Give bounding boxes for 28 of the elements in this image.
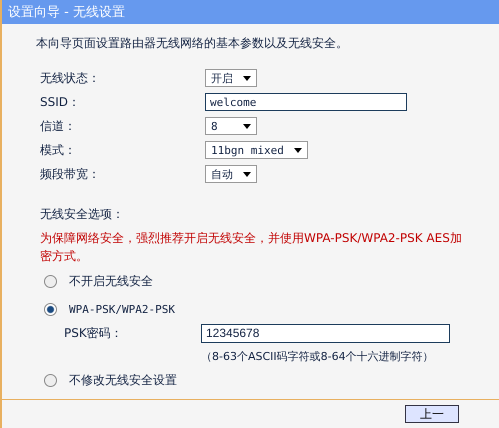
ssid-field[interactable]: welcome: [205, 93, 407, 111]
select-field[interactable]: 8: [205, 117, 257, 135]
window-title: 设置向导 - 无线设置: [2, 0, 499, 24]
field-label: 信道：: [39, 118, 77, 134]
field-label: 频段带宽：: [39, 166, 101, 182]
field-label: 无线状态：: [39, 70, 101, 86]
caret-icon: [294, 148, 302, 152]
caret-icon: [243, 76, 251, 80]
field-label: 模式：: [39, 142, 77, 158]
radio-label: WPA-PSK/WPA2-PSK: [69, 302, 175, 316]
back-button[interactable]: 上一: [405, 405, 459, 423]
intro-text: 本向导页面设置路由器无线网络的基本参数以及无线安全。: [36, 35, 349, 52]
select-field[interactable]: 自动: [205, 165, 257, 183]
radio-label: 不开启无线安全: [69, 272, 153, 290]
select-field[interactable]: 11bgn mixed: [205, 141, 308, 159]
hint-text: （8-63个ASCII码字符或8-64个十六进制字符）: [201, 349, 435, 364]
warning-text: 为保障网络安全，强烈推荐开启无线安全，并使用WPA-PSK/WPA2-PSK AES加密方式。: [39, 230, 463, 265]
radio-button[interactable]: [44, 274, 57, 288]
field-label: SSID：: [39, 94, 82, 110]
password-field[interactable]: 12345678: [201, 324, 450, 342]
radio-button[interactable]: [44, 302, 57, 316]
select-field[interactable]: 开启: [205, 69, 257, 87]
caret-icon: [243, 172, 251, 176]
section-title: 无线安全选项：: [39, 206, 125, 223]
radio-label: 不修改无线安全设置: [69, 372, 177, 388]
field-label: PSK密码：: [63, 324, 124, 342]
radio-button[interactable]: [44, 374, 57, 386]
caret-icon: [243, 124, 251, 128]
